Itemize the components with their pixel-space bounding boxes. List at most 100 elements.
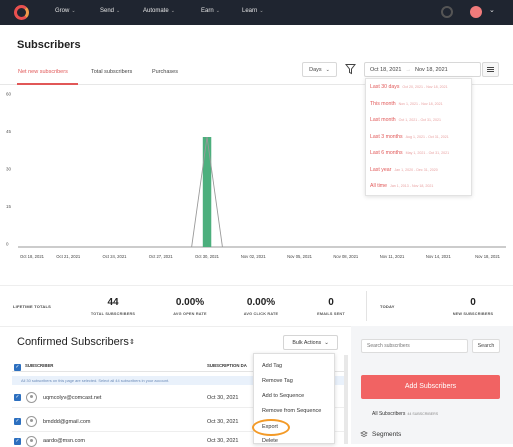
date-preset-label: Last 6 months — [370, 150, 403, 156]
date-preset-item[interactable]: This month Nov 1, 2021 - Nov 18, 2021 — [370, 101, 443, 107]
date-preset-range: Jan 1, 2020 - Dec 31, 2020 — [394, 167, 438, 172]
segments-header[interactable]: Segments — [372, 431, 401, 438]
stats-vertical-divider — [366, 291, 367, 321]
list-scrollbar[interactable] — [344, 355, 348, 444]
subscriber-email[interactable]: bmddd@gmail.com — [43, 419, 90, 425]
search-input[interactable] — [361, 339, 468, 353]
date-preset-item[interactable]: Last 30 days Oct 20, 2021 - Nov 18, 2021 — [370, 84, 448, 90]
tab-net-new-subscribers[interactable]: Net new subscribers — [18, 69, 68, 75]
menu-remove-from-sequence[interactable]: Remove from Sequence — [262, 408, 321, 414]
date-preset-range: Oct 20, 2021 - Nov 18, 2021 — [402, 85, 448, 89]
y-tick-label: 15 — [6, 204, 12, 209]
add-subscribers-button[interactable]: Add Subscribers — [361, 375, 500, 399]
range-end: Nov 18, 2021 — [415, 66, 448, 73]
date-preset-range: Nov 1, 2021 - Nov 18, 2021 — [398, 101, 443, 106]
x-tick-label: Nov 18, 2021 — [475, 254, 501, 259]
subscription-date: Oct 30, 2021 — [207, 438, 239, 444]
chevron-down-icon: ⌄ — [324, 339, 329, 346]
y-tick-label: 45 — [6, 129, 12, 134]
open-rate-value: 0.00% — [175, 297, 205, 308]
nav-grow[interactable]: Grow ⌄ — [55, 8, 76, 14]
row-checkbox[interactable]: ✓ — [14, 394, 21, 401]
date-preset-range: Jan 1, 2013 - Nov 18, 2021 — [390, 184, 434, 188]
filter-icon[interactable] — [345, 63, 356, 75]
click-rate-label: AVG CLICK RATE — [243, 312, 279, 316]
segments-icon — [360, 431, 368, 437]
new-subscribers-value: 0 — [470, 297, 476, 308]
date-preset-range: Aug 1, 2021 - Oct 31, 2021 — [405, 134, 449, 139]
subscriber-email[interactable]: aardo@msn.com — [43, 438, 85, 444]
nav-grow-label: Grow — [55, 8, 70, 14]
select-all-checkbox[interactable]: ✓ — [14, 364, 21, 371]
chevron-down-icon: ⌄ — [170, 8, 175, 14]
nav-earn[interactable]: Earn ⌄ — [201, 8, 220, 14]
chevron-down-icon: ⌄ — [116, 8, 121, 14]
x-tick-label: Oct 24, 2021 — [103, 254, 128, 259]
chart-menu-button[interactable] — [482, 62, 499, 77]
x-tick-label: Nov 02, 2021 — [241, 254, 267, 259]
avatar[interactable] — [470, 6, 482, 18]
search-button[interactable]: Search — [472, 339, 500, 353]
date-preset-label: Last month — [370, 117, 396, 123]
chevron-down-icon: ⌄ — [259, 8, 264, 14]
y-tick-label: 60 — [6, 92, 12, 97]
page-title: Subscribers — [17, 39, 81, 51]
period-select[interactable]: Days ⌄ — [302, 62, 337, 77]
total-subscribers-label: TOTAL SUBSCRIBERS — [90, 312, 136, 316]
nav-send[interactable]: Send ⌄ — [100, 8, 120, 14]
chevron-down-icon[interactable]: ⌄ — [489, 6, 495, 14]
date-preset-range: May 1, 2021 - Oct 31, 2021 — [405, 151, 450, 155]
date-preset-range: Oct 1, 2021 - Oct 31, 2021 — [398, 118, 442, 122]
date-preset-item[interactable]: Last 3 months Aug 1, 2021 - Oct 31, 2021 — [370, 134, 449, 140]
total-subscribers-value: 44 — [107, 297, 119, 308]
avatar — [26, 416, 37, 427]
tab-total-subscribers[interactable]: Total subscribers — [91, 69, 132, 75]
hamburger-icon-line — [487, 69, 494, 70]
date-preset-item[interactable]: Last month Oct 1, 2021 - Oct 31, 2021 — [370, 117, 441, 123]
open-rate-label: AVG OPEN RATE — [173, 312, 207, 316]
all-subscribers-count: 44 SUBSCRIBERS — [407, 412, 439, 416]
hamburger-icon-line — [487, 71, 494, 73]
x-tick-label: Oct 18, 2021 — [20, 254, 45, 259]
new-subscribers-label: NEW SUBSCRIBERS — [452, 312, 494, 316]
menu-add-to-sequence[interactable]: Add to Sequence — [262, 393, 304, 399]
nav-earn-label: Earn — [201, 8, 214, 14]
x-tick-label: Oct 30, 2021 — [195, 254, 220, 259]
nav-send-label: Send — [100, 8, 115, 14]
emails-sent-label: EMAILS SENT — [317, 312, 345, 316]
nav-automate[interactable]: Automate ⌄ — [143, 8, 175, 14]
column-subscriber[interactable]: SUBSCRIBER — [25, 363, 53, 368]
x-tick-label: Nov 08, 2021 — [333, 254, 359, 259]
range-start: Oct 18, 2021 — [370, 66, 402, 73]
date-preset-item[interactable]: Last year Jan 1, 2020 - Dec 31, 2020 — [370, 167, 438, 173]
period-select-value: Days — [309, 66, 322, 73]
row-checkbox[interactable]: ✓ — [14, 418, 21, 425]
y-tick-label: 30 — [6, 167, 12, 172]
nav-learn-label: Learn — [242, 8, 258, 14]
top-nav: Grow ⌄ Send ⌄ Automate ⌄ Earn ⌄ Learn ⌄ ⌄ — [0, 0, 513, 25]
x-tick-label: Nov 14, 2021 — [426, 254, 452, 259]
subscription-date: Oct 30, 2021 — [207, 419, 239, 425]
hamburger-icon — [487, 66, 494, 68]
nav-learn[interactable]: Learn ⌄ — [242, 8, 264, 14]
bulk-actions-button[interactable]: Bulk Actions ⌄ — [283, 335, 338, 350]
column-subscription-date[interactable]: SUBSCRIPTION DA — [207, 363, 247, 368]
subscriber-email[interactable]: uqmcolyv@comcast.net — [43, 395, 101, 401]
date-preset-label: Last year — [370, 166, 392, 173]
menu-add-tag[interactable]: Add Tag — [262, 363, 282, 369]
list-title[interactable]: Confirmed Subscribers — [17, 336, 129, 348]
sort-toggle-icon[interactable]: ⇕ — [129, 338, 135, 346]
all-subscribers-link[interactable]: All Subscribers 44 SUBSCRIBERS — [372, 411, 438, 417]
menu-remove-tag[interactable]: Remove Tag — [262, 378, 293, 384]
notification-icon[interactable] — [441, 6, 453, 18]
brand-logo[interactable] — [14, 5, 29, 20]
tab-purchases[interactable]: Purchases — [152, 69, 178, 75]
subscription-date: Oct 30, 2021 — [207, 395, 239, 401]
date-preset-item[interactable]: All time Jan 1, 2013 - Nov 18, 2021 — [370, 183, 433, 189]
x-tick-label: Nov 05, 2021 — [287, 254, 313, 259]
nav-automate-label: Automate — [143, 8, 169, 14]
date-range-input[interactable]: Oct 18, 2021 → Nov 18, 2021 — [364, 62, 481, 77]
date-preset-item[interactable]: Last 6 months May 1, 2021 - Oct 31, 2021 — [370, 150, 449, 156]
chevron-down-icon: ⌄ — [325, 66, 330, 73]
menu-delete[interactable]: Delete — [262, 438, 278, 444]
